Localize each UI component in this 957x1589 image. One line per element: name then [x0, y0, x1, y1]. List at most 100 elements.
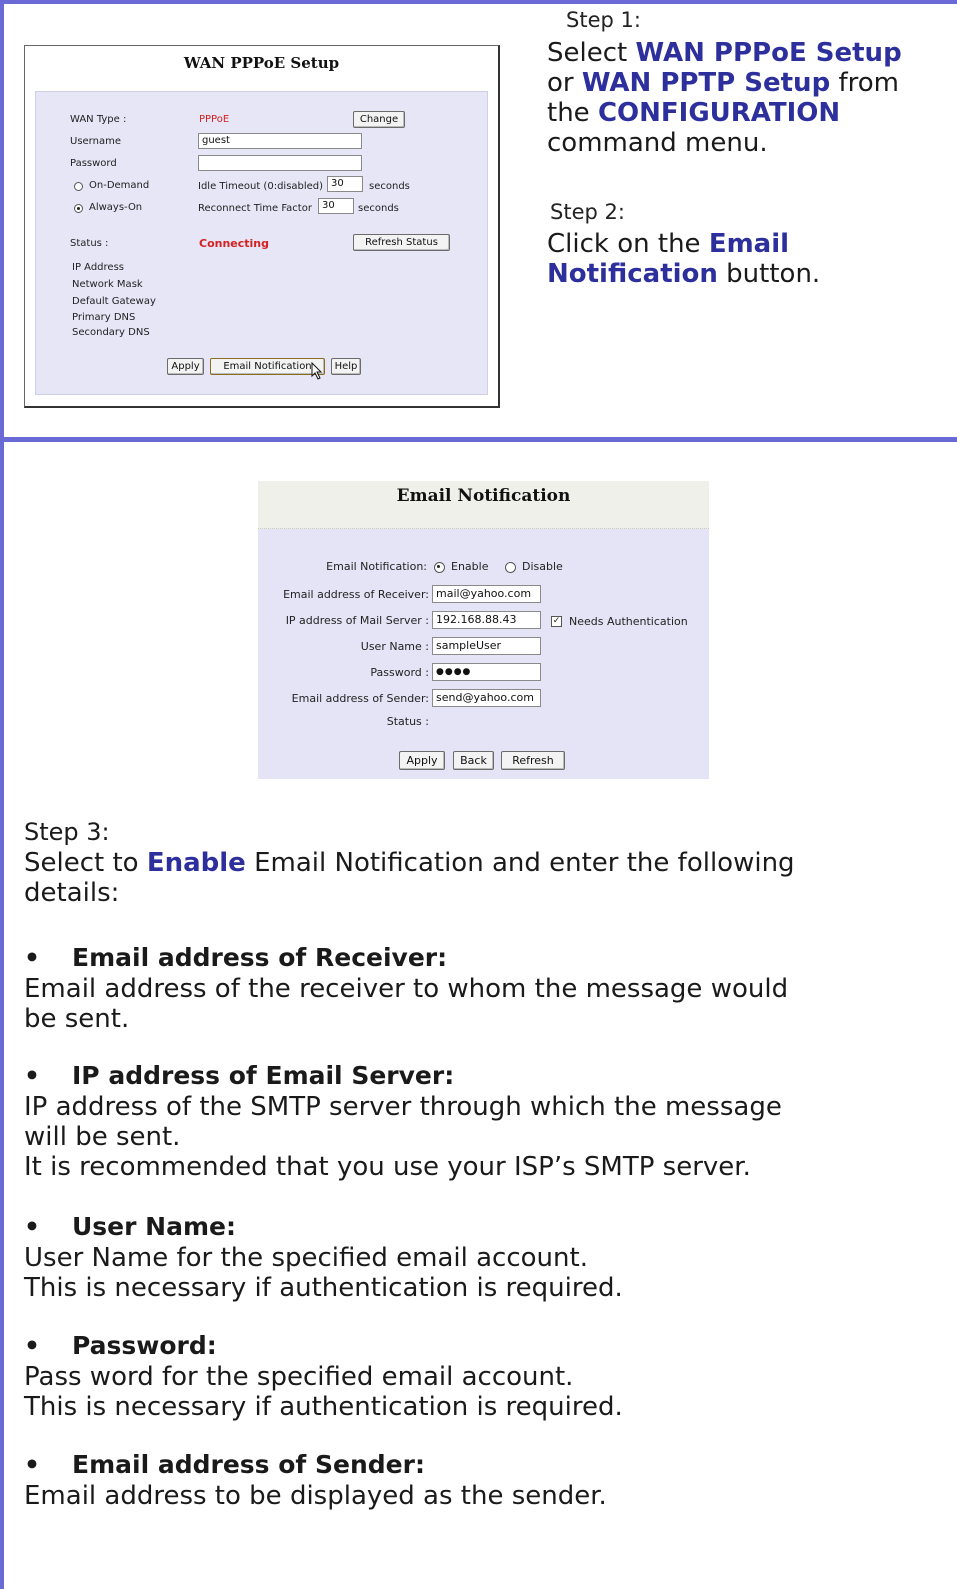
enable-label: Enable — [451, 560, 489, 573]
mouse-pointer-icon — [311, 361, 323, 384]
bullet-dot: • — [24, 1061, 40, 1090]
username-input[interactable]: guest — [198, 133, 362, 149]
refresh-status-button[interactable]: Refresh Status — [353, 234, 450, 251]
step1-number: Step 1: — [566, 8, 641, 32]
reconnect-seconds-label: seconds — [358, 203, 399, 214]
frame-top-border — [0, 0, 957, 4]
email-refresh-button[interactable]: Refresh — [501, 751, 565, 770]
secondary-dns-label: Secondary DNS — [72, 327, 150, 338]
password-label: Password : — [370, 666, 429, 679]
step3-text-part: Email Notification and enter the followi… — [245, 848, 795, 878]
wan-apply-button[interactable]: Apply — [167, 358, 204, 375]
status-label: Status : — [386, 715, 429, 728]
step1-highlight-wan-pppoe: WAN PPPoE Setup — [635, 38, 902, 68]
step1-text-part: the — [547, 98, 598, 128]
email-back-button[interactable]: Back — [453, 751, 494, 770]
email-notification-button[interactable]: Email Notification — [210, 358, 325, 375]
help-button[interactable]: Help — [331, 358, 361, 375]
password-input[interactable]: ●●●● — [432, 663, 541, 681]
bullet-title: IP address of Email Server: — [72, 1061, 455, 1090]
step3-highlight-enable: Enable — [146, 848, 246, 878]
bullet-heading: • Email address of Sender: — [24, 1450, 425, 1479]
step2-text-part: Click on the — [547, 229, 709, 259]
reconnect-input[interactable]: 30 — [318, 198, 354, 214]
bullet-line: This is necessary if authentication is r… — [24, 1392, 623, 1422]
bullet-body: Email address to be displayed as the sen… — [24, 1481, 934, 1511]
email-panel-title: Email Notification — [396, 486, 571, 506]
wan-panel-title: WAN PPPoE Setup — [183, 54, 340, 72]
step1-highlight-configuration: CONFIGURATION — [597, 98, 841, 128]
bullet-title: Email address of Sender: — [72, 1450, 425, 1479]
enable-radio[interactable] — [434, 562, 445, 573]
bullet-line: Pass word for the specified email accoun… — [24, 1362, 574, 1392]
bullet-dot: • — [24, 943, 40, 972]
receiver-input[interactable]: mail@yahoo.com — [432, 585, 541, 603]
needs-authentication-label: Needs Authentication — [569, 615, 688, 628]
email-notification-screenshot: Email Notification Email Notification: E… — [258, 481, 709, 779]
mail-server-label: IP address of Mail Server : — [285, 614, 429, 627]
step1-text-part: Select — [547, 38, 636, 68]
bullet-body: Pass word for the specified email accoun… — [24, 1362, 934, 1422]
wan-type-label: WAN Type : — [70, 114, 127, 125]
wan-pppoe-setup-screenshot: WAN PPPoE Setup WAN Type : PPPoE Change … — [24, 45, 500, 408]
idle-seconds-label: seconds — [369, 181, 410, 192]
step2-number: Step 2: — [550, 200, 625, 224]
bullet-body: IP address of the SMTP server through wh… — [24, 1092, 934, 1182]
step3-number: Step 3: — [24, 818, 110, 846]
email-notification-label: Email Notification: — [326, 560, 427, 573]
reconnect-label: Reconnect Time Factor — [198, 203, 312, 214]
disable-radio[interactable] — [505, 562, 516, 573]
wan-panel-body: WAN Type : PPPoE Change Username guest P… — [35, 91, 488, 395]
step1-highlight-wan-pptp: WAN PPTP Setup — [581, 68, 831, 98]
step2-text: Click on the Email Notification button. — [547, 229, 957, 289]
bullet-line: IP address of the SMTP server through wh… — [24, 1092, 782, 1122]
step3-text-part: details: — [24, 878, 120, 908]
step2-highlight-notification: Notification — [547, 259, 718, 289]
sender-input[interactable]: send@yahoo.com — [432, 689, 541, 707]
primary-dns-label: Primary DNS — [72, 312, 136, 323]
bullet-line: Email address of the receiver to whom th… — [24, 974, 789, 1004]
network-mask-label: Network Mask — [72, 279, 143, 290]
username-label: User Name : — [360, 640, 429, 653]
mail-server-input[interactable]: 192.168.88.43 — [432, 611, 541, 629]
password-input[interactable] — [198, 155, 362, 171]
ip-address-label: IP Address — [72, 262, 124, 273]
password-label: Password — [70, 158, 117, 169]
step1-text-part: command menu. — [547, 128, 768, 158]
bullet-dot: • — [24, 1212, 40, 1241]
wan-type-value: PPPoE — [199, 114, 230, 125]
step1-text-part: from — [830, 68, 899, 98]
on-demand-label: On-Demand — [89, 180, 150, 191]
email-apply-button[interactable]: Apply — [399, 751, 445, 770]
bullet-line: This is necessary if authentication is r… — [24, 1273, 623, 1303]
bullet-body: Email address of the receiver to whom th… — [24, 974, 934, 1034]
step1-text-part: or — [547, 68, 582, 98]
bullet-line: It is recommended that you use your ISP’… — [24, 1152, 751, 1182]
idle-timeout-label: Idle Timeout (0:disabled) — [198, 181, 324, 192]
frame-divider — [0, 437, 957, 442]
bullet-title: Email address of Receiver: — [72, 943, 448, 972]
receiver-label: Email address of Receiver: — [283, 588, 429, 601]
on-demand-radio[interactable] — [74, 182, 83, 191]
sender-label: Email address of Sender: — [291, 692, 429, 705]
frame-left-border — [0, 0, 4, 1589]
default-gateway-label: Default Gateway — [72, 296, 156, 307]
bullet-heading: • User Name: — [24, 1212, 236, 1241]
step2-text-part: button. — [717, 259, 821, 289]
idle-timeout-input[interactable]: 30 — [327, 176, 363, 192]
step1-text: Select WAN PPPoE Setup or WAN PPTP Setup… — [547, 38, 957, 158]
disable-label: Disable — [522, 560, 563, 573]
step2-highlight-email: Email — [708, 229, 790, 259]
change-button[interactable]: Change — [353, 111, 405, 128]
step3-text: Select to Enable Email Notification and … — [24, 848, 934, 908]
always-on-radio[interactable] — [74, 204, 83, 213]
step3-text-part: Select to — [24, 848, 147, 878]
needs-authentication-checkbox[interactable]: ✓ — [551, 616, 562, 627]
bullet-line: User Name for the specified email accoun… — [24, 1243, 588, 1273]
email-panel-header: Email Notification — [258, 481, 709, 529]
bullet-dot: • — [24, 1331, 40, 1360]
username-input[interactable]: sampleUser — [432, 637, 541, 655]
bullet-heading: • IP address of Email Server: — [24, 1061, 454, 1090]
bullet-body: User Name for the specified email accoun… — [24, 1243, 934, 1303]
bullet-line: be sent. — [24, 1004, 130, 1034]
